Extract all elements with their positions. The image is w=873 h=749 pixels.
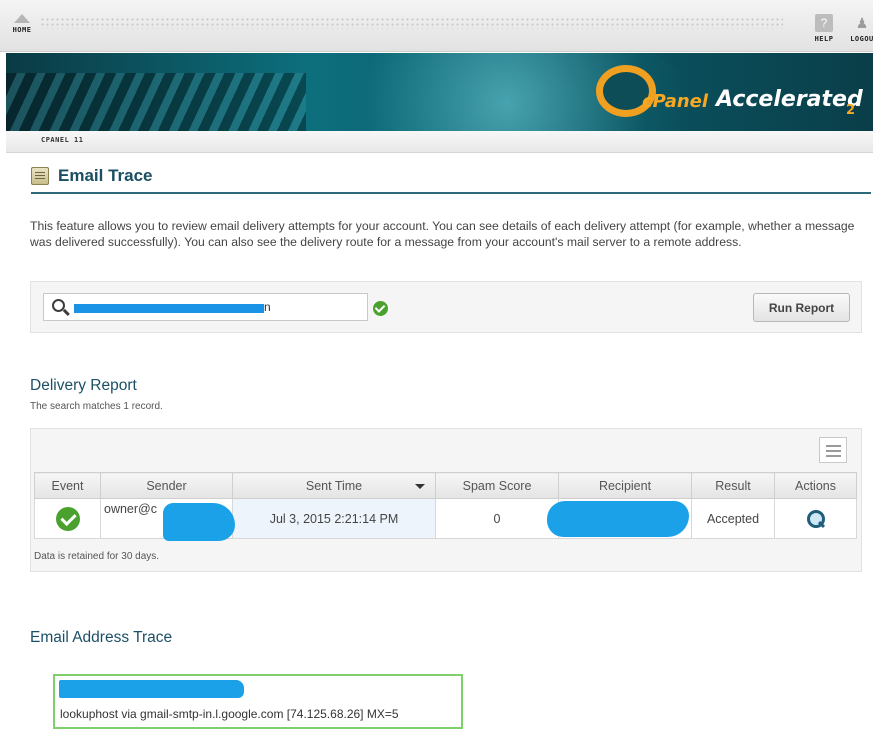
match-count-note: The search matches 1 record. [30,401,163,412]
sender-text: owner@c [104,502,157,516]
home-label: HOME [12,26,32,34]
column-sent-time[interactable]: Sent Time [232,472,436,499]
run-report-button[interactable]: Run Report [753,293,850,322]
column-sent-time-label: Sent Time [305,478,363,493]
help-icon: ? [815,14,833,32]
page-title-bar: Email Trace [31,166,871,194]
breadcrumb-item-cpanel[interactable]: CPANEL 11 [41,136,83,144]
table-row: owner@c Jul 3, 2015 2:21:14 PM 0 Accepte… [34,498,857,541]
column-actions: Actions [774,472,857,499]
logo-version: 2 [846,103,856,118]
success-check-icon [55,506,80,531]
nav-dotted-divider [40,17,783,29]
valid-check-icon [373,301,388,316]
cell-actions [774,498,857,539]
retention-note: Data is retained for 30 days. [34,551,160,562]
column-sender[interactable]: Sender [100,472,233,499]
address-trace-title: Email Address Trace [30,629,173,646]
delivery-report-title: Delivery Report [30,377,137,394]
column-settings-button[interactable] [819,437,847,463]
table-header-row: Event Sender Sent Time Spam Score Recipi… [34,472,857,499]
column-spam-score[interactable]: Spam Score [435,472,559,499]
search-input[interactable] [72,298,362,316]
top-navigation: HOME ? HELP ♟ LOGOU [0,0,873,52]
logout-label: LOGOU [850,35,873,43]
home-icon [14,14,30,23]
breadcrumb: CPANEL 11 [6,131,873,153]
home-button[interactable]: HOME [0,14,44,34]
address-trace-result: lookuphost via gmail-smtp-in.l.google.co… [53,674,463,729]
redacted-sender [163,503,235,541]
sort-desc-icon [415,484,425,489]
cpanel-banner: cPanel Accelerated 2 [6,53,873,131]
banner-cables-image [6,73,306,131]
page-description: This feature allows you to review email … [30,219,855,249]
accelerated-logo-text: Accelerated [716,87,863,112]
cell-event [34,498,101,539]
cell-sender: owner@c [100,498,235,541]
cell-recipient [547,498,692,539]
trace-route-line: lookuphost via gmail-smtp-in.l.google.co… [60,707,399,721]
redacted-recipient [547,501,689,537]
page-title: Email Trace [58,166,153,185]
cpanel-logo-text: cPanel [642,91,709,112]
cell-spam-score: 0 [435,498,559,539]
column-result[interactable]: Result [691,472,775,499]
delivery-report-table: Event Sender Sent Time Spam Score Recipi… [34,472,857,541]
trace-magnifier-icon[interactable] [806,509,826,529]
logout-button[interactable]: ♟ LOGOU [840,14,873,43]
user-icon: ♟ [855,15,869,31]
cell-result: Accepted [691,498,775,539]
email-trace-icon [31,167,49,185]
delivery-report-panel: Event Sender Sent Time Spam Score Recipi… [30,428,862,572]
redacted-trace-address [59,680,244,698]
search-box[interactable] [43,293,368,321]
column-event[interactable]: Event [34,472,101,499]
search-icon [52,299,65,312]
search-panel: Run Report [30,281,862,333]
column-recipient[interactable]: Recipient [558,472,692,499]
cell-sent-time: Jul 3, 2015 2:21:14 PM [232,498,436,539]
